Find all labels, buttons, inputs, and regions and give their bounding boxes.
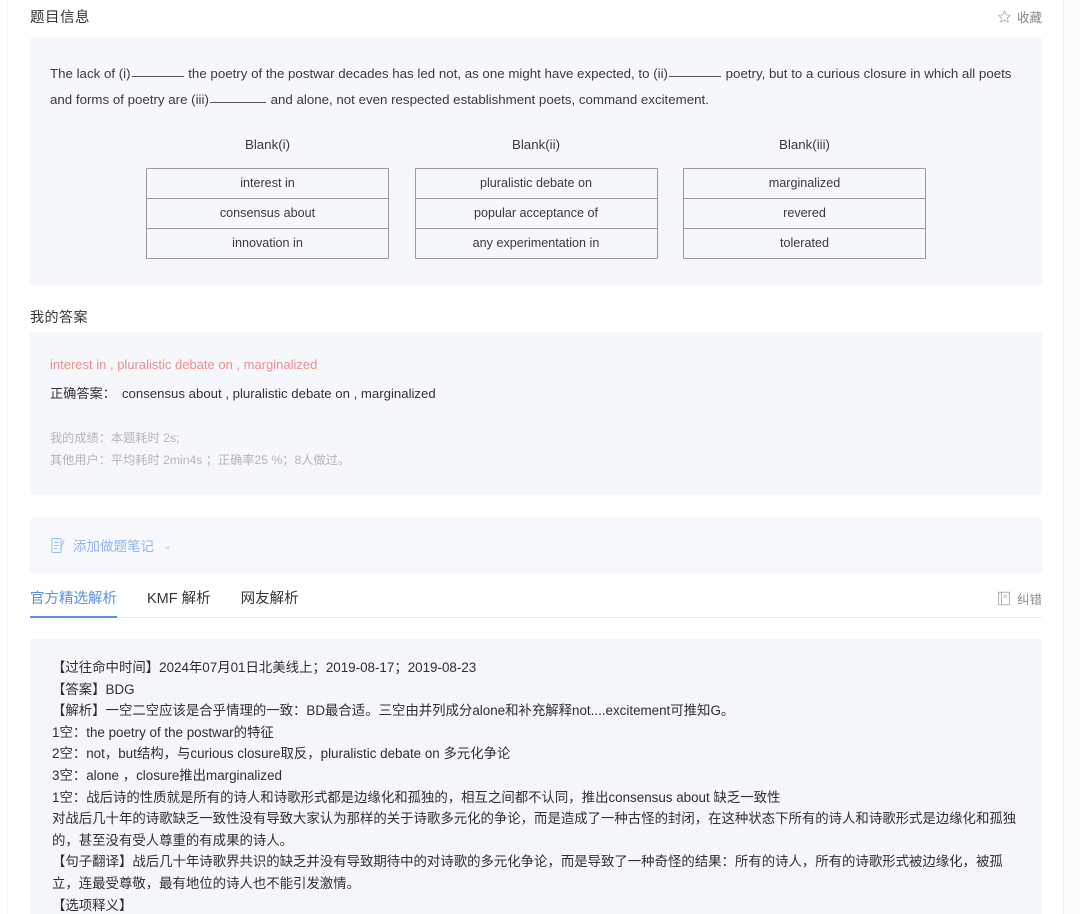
explanation-panel: 【过往命中时间】2024年07月01日北美线上；2019-08-17；2019-… xyxy=(30,639,1042,914)
stats-block: 我的成绩：本题耗时 2s; 其他用户：平均耗时 2min4s ；正确率25 %；… xyxy=(50,427,1022,471)
note-panel: 添加做题笔记 ⌄ xyxy=(30,517,1042,573)
add-note-label: 添加做题笔记 xyxy=(73,539,154,554)
add-note-button[interactable]: 添加做题笔记 ⌄ xyxy=(50,535,172,555)
option-ii-1[interactable]: pluralistic debate on xyxy=(415,169,657,199)
explanation-line-8: 对战后几十年的诗歌缺乏一致性没有导致大家认为那样的关于诗歌多元化的争论，而是造成… xyxy=(52,811,1017,848)
star-icon xyxy=(997,9,1012,24)
blank-label-i: Blank(i) xyxy=(244,137,291,152)
explanation-line-2: 【答案】BDG xyxy=(52,681,135,697)
report-error-button[interactable]: 纠错 xyxy=(997,589,1042,617)
analysis-tabs: 官方精选解析 KMF 解析 网友解析 xyxy=(30,587,299,618)
analysis-tabs-row: 官方精选解析 KMF 解析 网友解析 纠错 xyxy=(30,573,1042,618)
option-i-3[interactable]: innovation in xyxy=(147,229,388,258)
explanation-line-1: 【过往命中时间】2024年07月01日北美线上；2019-08-17；2019-… xyxy=(52,660,477,675)
report-book-icon xyxy=(997,591,1011,606)
blank-column-iii: Blank(iii) marginalized revered tolerate… xyxy=(683,137,926,259)
stem-part-1: The lack of (i) xyxy=(50,66,131,81)
report-error-label: 纠错 xyxy=(1016,593,1042,607)
blank-label-ii: Blank(ii) xyxy=(511,137,561,152)
correct-answer-value: consensus about , pluralistic debate on … xyxy=(121,386,436,401)
blank-rule-i xyxy=(131,76,184,77)
option-iii-2[interactable]: revered xyxy=(684,199,925,229)
option-i-2[interactable]: consensus about xyxy=(147,199,388,229)
explanation-line-6: 3空：alone ，closure推出marginalized xyxy=(52,767,282,783)
favorite-label: 收藏 xyxy=(1016,10,1042,25)
content-card: 题目信息 收藏 The lack of (i) the poetry of th… xyxy=(8,0,1064,914)
explanation-line-9: 【句子翻译】战后几十年诗歌界共识的缺乏并没有导致期待中的对诗歌的多元化争论，而是… xyxy=(52,854,1003,891)
blank-column-i: Blank(i) interest in consensus about inn… xyxy=(146,137,389,259)
my-answer-value: interest in , pluralistic debate on , ma… xyxy=(50,357,318,372)
other-users-line: 其他用户：平均耗时 2min4s ；正确率25 %；8人做过。 xyxy=(50,453,350,467)
question-stem: The lack of (i) the poetry of the postwa… xyxy=(48,61,1024,113)
option-group-i: interest in consensus about innovation i… xyxy=(146,168,389,259)
favorite-button[interactable]: 收藏 xyxy=(997,7,1042,26)
explanation-line-7: 1空：战后诗的性质就是所有的诗人和诗歌形式都是边缘化和孤独的，相互之间都不认同，… xyxy=(52,789,781,805)
blank-label-iii: Blank(iii) xyxy=(779,137,830,152)
chevron-down-icon: ⌄ xyxy=(163,539,173,552)
option-i-1[interactable]: interest in xyxy=(147,169,388,199)
option-iii-3[interactable]: tolerated xyxy=(684,229,925,258)
page-root: 题目信息 收藏 The lack of (i) the poetry of th… xyxy=(0,0,1080,914)
question-panel: The lack of (i) the poetry of the postwa… xyxy=(30,37,1042,285)
right-gutter xyxy=(1063,0,1080,914)
stem-part-2: the poetry of the postwar decades has le… xyxy=(184,66,668,81)
question-info-header: 题目信息 收藏 xyxy=(8,0,1064,32)
page-title: 题目信息 xyxy=(30,9,90,26)
tab-official-analysis[interactable]: 官方精选解析 xyxy=(30,587,117,618)
correct-answer-label: 正确答案： xyxy=(50,386,116,401)
option-group-iii: marginalized revered tolerated xyxy=(683,168,926,259)
blank-rule-ii xyxy=(668,76,721,77)
explanation-line-4: 1空：the poetry of the postwar的特征 xyxy=(52,724,274,740)
blank-rule-iii xyxy=(209,102,266,103)
explanation-line-3: 【解析】一空二空应该是合乎情理的一致：BD最合适。三空由并列成分alone和补充… xyxy=(52,703,735,719)
blank-options-row: Blank(i) interest in consensus about inn… xyxy=(48,137,1024,259)
correct-answer-row: 正确答案： consensus about , pluralistic debat… xyxy=(50,383,1022,405)
explanation-line-5: 2空：not，but结构，与curious closure取反，pluralis… xyxy=(52,746,511,762)
stem-part-4: and alone, not even respected establishm… xyxy=(266,92,709,107)
option-ii-2[interactable]: popular acceptance of xyxy=(415,199,657,229)
option-group-ii: pluralistic debate on popular acceptance… xyxy=(414,168,658,259)
tab-community-analysis[interactable]: 网友解析 xyxy=(241,587,299,617)
option-iii-1[interactable]: marginalized xyxy=(684,169,925,199)
option-ii-3[interactable]: any experimentation in xyxy=(416,229,657,258)
my-score-line: 我的成绩：本题耗时 2s; xyxy=(50,431,180,445)
note-edit-icon xyxy=(50,537,66,554)
tab-kmf-analysis[interactable]: KMF 解析 xyxy=(147,587,211,617)
explanation-line-10: 【选项释义】 xyxy=(52,897,133,913)
my-answer-title: 我的答案 xyxy=(30,309,88,325)
my-answer-panel: interest in , pluralistic debate on , ma… xyxy=(30,332,1042,495)
blank-column-ii: Blank(ii) pluralistic debate on popular … xyxy=(414,137,658,259)
